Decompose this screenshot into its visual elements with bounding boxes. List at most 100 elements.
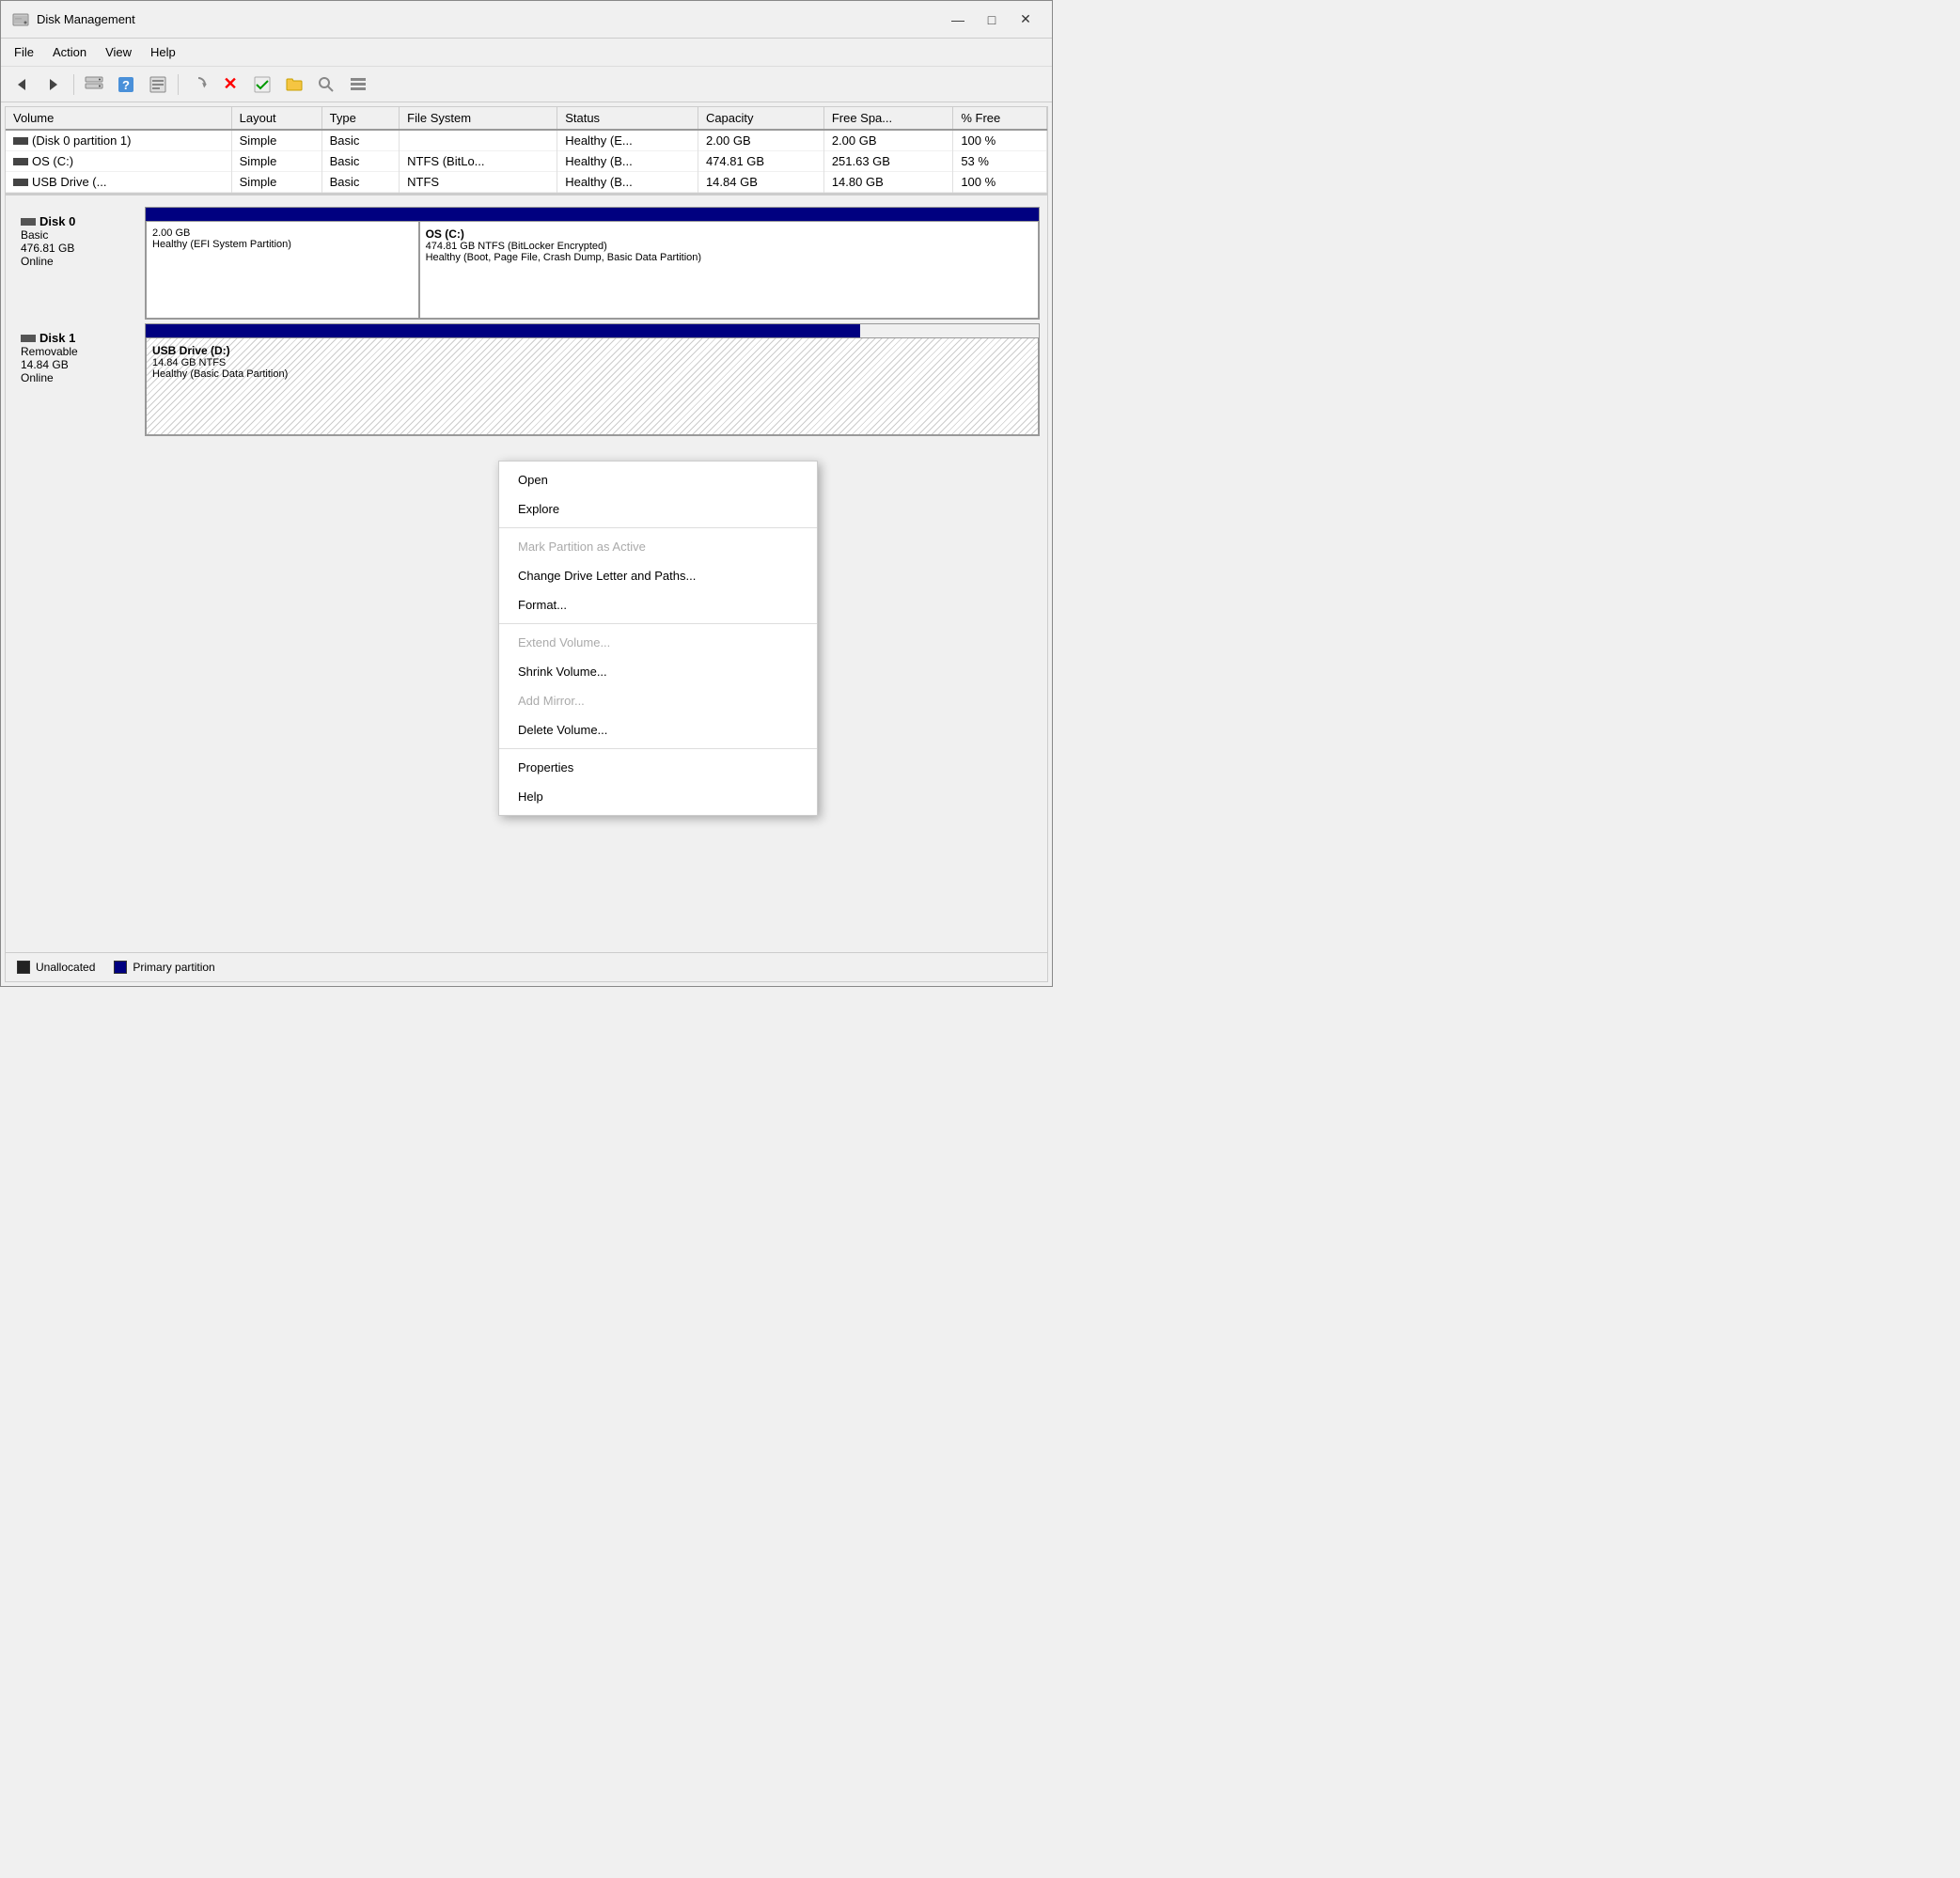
disk-bar bbox=[146, 324, 860, 337]
app-window: Disk Management — □ ✕ File Action View H… bbox=[0, 0, 1053, 987]
context-menu-item-2: Mark Partition as Active bbox=[499, 532, 817, 561]
legend-primary-box bbox=[114, 961, 127, 974]
table-cell: 14.84 GB bbox=[698, 172, 823, 193]
menu-help[interactable]: Help bbox=[141, 41, 185, 63]
context-menu-item-8[interactable]: Delete Volume... bbox=[499, 715, 817, 744]
volume-table: Volume Layout Type File System Status Ca… bbox=[6, 107, 1047, 193]
partition-size: 474.81 GB NTFS (BitLocker Encrypted) bbox=[426, 241, 1032, 252]
col-filesystem: File System bbox=[400, 107, 557, 130]
menu-action[interactable]: Action bbox=[43, 41, 96, 63]
partition-label: USB Drive (D:) bbox=[152, 344, 1032, 357]
table-cell: Simple bbox=[231, 172, 321, 193]
help-button[interactable]: ? bbox=[111, 71, 141, 98]
folder-button[interactable] bbox=[279, 71, 309, 98]
partitions-row: USB Drive (D:)14.84 GB NTFSHealthy (Basi… bbox=[146, 337, 1039, 435]
context-menu-item-6[interactable]: Shrink Volume... bbox=[499, 657, 817, 686]
title-bar-left: Disk Management bbox=[12, 11, 135, 28]
rescan-button[interactable] bbox=[183, 71, 213, 98]
disk-management-icon bbox=[12, 11, 29, 28]
search-button[interactable] bbox=[311, 71, 341, 98]
table-section: Volume Layout Type File System Status Ca… bbox=[6, 107, 1047, 196]
table-cell: 100 % bbox=[953, 172, 1047, 193]
col-volume: Volume bbox=[6, 107, 231, 130]
table-cell: Basic bbox=[321, 172, 400, 193]
partition-label: OS (C:) bbox=[426, 227, 1032, 241]
table-row[interactable]: (Disk 0 partition 1)SimpleBasicHealthy (… bbox=[6, 130, 1047, 151]
context-menu-item-3[interactable]: Change Drive Letter and Paths... bbox=[499, 561, 817, 590]
table-cell: 2.00 GB bbox=[823, 130, 953, 151]
table-header-row: Volume Layout Type File System Status Ca… bbox=[6, 107, 1047, 130]
col-pct-free: % Free bbox=[953, 107, 1047, 130]
legend-unallocated-label: Unallocated bbox=[36, 961, 95, 974]
disk-partitions-0: 2.00 GBHealthy (EFI System Partition)OS … bbox=[145, 207, 1040, 320]
disk-type: Removable bbox=[21, 345, 137, 358]
minimize-button[interactable]: — bbox=[943, 8, 973, 31]
col-capacity: Capacity bbox=[698, 107, 823, 130]
properties-button[interactable] bbox=[143, 71, 173, 98]
context-menu-item-10[interactable]: Help bbox=[499, 782, 817, 811]
table-cell: NTFS (BitLo... bbox=[400, 151, 557, 172]
disk-partitions-1: USB Drive (D:)14.84 GB NTFSHealthy (Basi… bbox=[145, 323, 1040, 436]
partitions-row: 2.00 GBHealthy (EFI System Partition)OS … bbox=[146, 221, 1039, 319]
context-menu-item-4[interactable]: Format... bbox=[499, 590, 817, 619]
svg-text:?: ? bbox=[122, 78, 130, 92]
legend-primary-label: Primary partition bbox=[133, 961, 214, 974]
table-cell: 474.81 GB bbox=[698, 151, 823, 172]
context-menu-separator bbox=[499, 527, 817, 528]
col-status: Status bbox=[557, 107, 698, 130]
table-cell: 14.80 GB bbox=[823, 172, 953, 193]
cell-volume: USB Drive (... bbox=[6, 172, 231, 193]
table-cell: NTFS bbox=[400, 172, 557, 193]
partition-description: Healthy (Basic Data Partition) bbox=[152, 368, 1032, 380]
disk-label-1: Disk 1 Removable 14.84 GB Online bbox=[13, 323, 145, 436]
maximize-button[interactable]: □ bbox=[977, 8, 1007, 31]
context-menu: OpenExplore Mark Partition as ActiveChang… bbox=[498, 461, 818, 816]
context-menu-item-1[interactable]: Explore bbox=[499, 494, 817, 524]
menu-view[interactable]: View bbox=[96, 41, 141, 63]
disk-type: Basic bbox=[21, 228, 137, 242]
disk-list-button[interactable] bbox=[79, 71, 109, 98]
legend-unallocated: Unallocated bbox=[17, 961, 95, 974]
table-cell: Healthy (B... bbox=[557, 151, 698, 172]
title-bar: Disk Management — □ ✕ bbox=[1, 1, 1052, 39]
partition-1-0[interactable]: USB Drive (D:)14.84 GB NTFSHealthy (Basi… bbox=[146, 337, 1039, 435]
forward-button[interactable] bbox=[39, 71, 69, 98]
drive-icon bbox=[13, 158, 28, 165]
col-free-space: Free Spa... bbox=[823, 107, 953, 130]
table-cell: Basic bbox=[321, 151, 400, 172]
table-cell: Healthy (B... bbox=[557, 172, 698, 193]
partition-size: 2.00 GB bbox=[152, 227, 413, 239]
delete-button[interactable]: ✕ bbox=[215, 71, 245, 98]
title-bar-controls: — □ ✕ bbox=[943, 8, 1041, 31]
legend: Unallocated Primary partition bbox=[6, 952, 1047, 981]
col-layout: Layout bbox=[231, 107, 321, 130]
disk-icon bbox=[21, 335, 36, 342]
view-button[interactable] bbox=[343, 71, 373, 98]
check-button[interactable] bbox=[247, 71, 277, 98]
context-menu-separator bbox=[499, 748, 817, 749]
close-button[interactable]: ✕ bbox=[1011, 8, 1041, 31]
context-menu-item-0[interactable]: Open bbox=[499, 465, 817, 494]
legend-primary: Primary partition bbox=[114, 961, 214, 974]
menu-file[interactable]: File bbox=[5, 41, 43, 63]
table-cell: Healthy (E... bbox=[557, 130, 698, 151]
table-cell: Simple bbox=[231, 130, 321, 151]
partition-description: Healthy (EFI System Partition) bbox=[152, 239, 413, 250]
menu-bar: File Action View Help bbox=[1, 39, 1052, 67]
partition-0-1[interactable]: OS (C:)474.81 GB NTFS (BitLocker Encrypt… bbox=[419, 221, 1039, 319]
partition-0-0[interactable]: 2.00 GBHealthy (EFI System Partition) bbox=[146, 221, 419, 319]
table-cell: 2.00 GB bbox=[698, 130, 823, 151]
table-cell bbox=[400, 130, 557, 151]
table-row[interactable]: USB Drive (...SimpleBasicNTFSHealthy (B.… bbox=[6, 172, 1047, 193]
col-type: Type bbox=[321, 107, 400, 130]
disk-name: Disk 0 bbox=[21, 214, 137, 228]
context-menu-item-9[interactable]: Properties bbox=[499, 753, 817, 782]
toolbar-sep-1 bbox=[73, 74, 74, 95]
table-row[interactable]: OS (C:)SimpleBasicNTFS (BitLo...Healthy … bbox=[6, 151, 1047, 172]
back-button[interactable] bbox=[7, 71, 37, 98]
partition-description: Healthy (Boot, Page File, Crash Dump, Ba… bbox=[426, 252, 1032, 263]
cell-volume: OS (C:) bbox=[6, 151, 231, 172]
table-cell: 251.63 GB bbox=[823, 151, 953, 172]
table-cell: Simple bbox=[231, 151, 321, 172]
window-title: Disk Management bbox=[37, 12, 135, 26]
